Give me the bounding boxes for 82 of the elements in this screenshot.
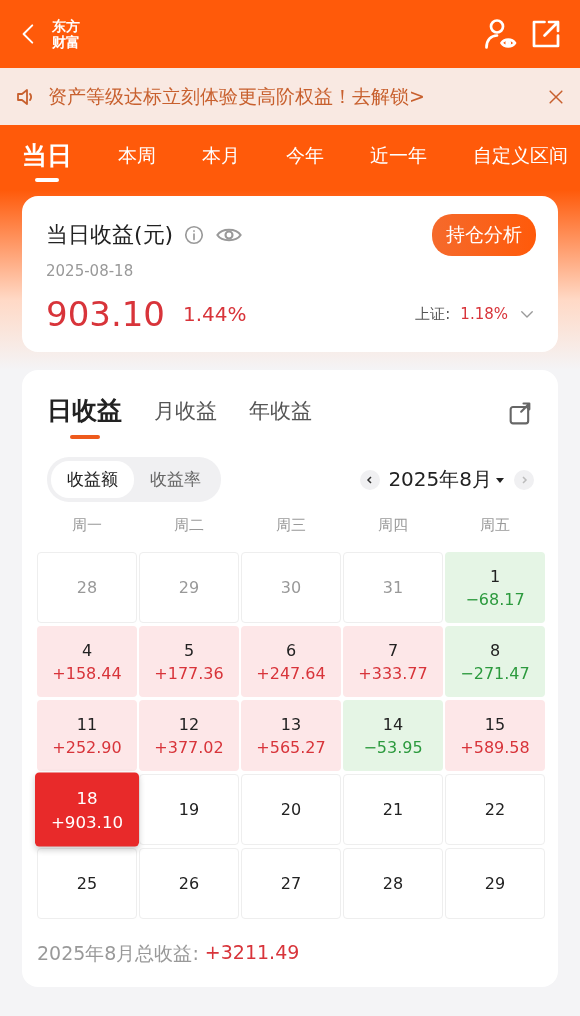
day-profit: −68.17 <box>465 589 525 609</box>
day-number: 29 <box>178 578 200 597</box>
calendar-day[interactable]: 22 <box>445 774 545 845</box>
month-selector[interactable]: 2025年8月 <box>380 466 514 493</box>
index-value: 1.18% <box>460 305 508 323</box>
day-profit: +377.02 <box>154 737 224 757</box>
day-number: 28 <box>382 874 404 893</box>
info-icon[interactable] <box>183 224 206 246</box>
day-number: 27 <box>280 874 302 893</box>
calendar-day[interactable]: 18 +903.10 <box>35 772 139 847</box>
weekday-label: 周四 <box>377 516 409 536</box>
day-number: 13 <box>280 714 302 734</box>
calendar-day[interactable]: 26 <box>139 848 239 919</box>
weekday-label: 周五 <box>479 516 511 536</box>
day-number: 21 <box>382 800 404 819</box>
calendar-day[interactable]: 1 −68.17 <box>445 552 545 623</box>
day-profit: +589.58 <box>460 737 530 757</box>
day-number: 11 <box>76 714 98 734</box>
chevron-right-icon <box>519 474 529 485</box>
calendar-day[interactable]: 14 −53.95 <box>343 700 443 771</box>
index-label: 上证: <box>415 304 451 324</box>
calendar-day[interactable]: 15 +589.58 <box>445 700 545 771</box>
summary-title: 当日收益(元) <box>46 221 174 249</box>
day-number: 31 <box>382 578 404 597</box>
calendar-day[interactable]: 25 <box>37 848 137 919</box>
calendar-day[interactable]: 29 <box>445 848 545 919</box>
weekday-label: 周三 <box>275 516 307 536</box>
day-number: 29 <box>484 874 506 893</box>
day-number: 26 <box>178 874 200 893</box>
calendar-day[interactable]: 8 −271.47 <box>445 626 545 697</box>
day-number: 7 <box>387 640 399 660</box>
calendar-day[interactable]: 28 <box>343 848 443 919</box>
day-number: 8 <box>489 640 501 660</box>
calendar-day[interactable]: 20 <box>241 774 341 845</box>
day-profit: +333.77 <box>358 663 428 683</box>
calendar-day[interactable]: 21 <box>343 774 443 845</box>
user-eye-icon[interactable] <box>482 16 518 52</box>
day-profit: −53.95 <box>363 737 423 757</box>
calendar-day[interactable]: 27 <box>241 848 341 919</box>
day-profit: +158.44 <box>52 663 122 683</box>
day-profit: +247.64 <box>256 663 326 683</box>
day-number: 15 <box>484 714 506 734</box>
calendar-day[interactable]: 19 <box>139 774 239 845</box>
summary-date: 2025-08-18 <box>46 262 135 280</box>
day-number: 19 <box>178 800 200 819</box>
day-profit: +903.10 <box>50 811 124 832</box>
income-tab[interactable]: 日收益 <box>47 388 122 439</box>
income-tab[interactable]: 月收益 <box>154 390 217 437</box>
previous-month-button[interactable] <box>360 469 381 490</box>
day-number: 18 <box>76 787 98 808</box>
calendar-day[interactable]: 12 +377.02 <box>139 700 239 771</box>
total-value: +3211.49 <box>204 941 300 965</box>
total-label: 2025年8月总收益: <box>37 941 199 966</box>
day-profit: −271.47 <box>460 663 530 683</box>
weekday-label: 周二 <box>173 516 205 536</box>
day-number: 6 <box>285 640 297 660</box>
day-number: 30 <box>280 578 302 597</box>
weekday-label: 周一 <box>71 516 103 536</box>
day-number: 12 <box>178 714 200 734</box>
day-profit: +177.36 <box>154 663 224 683</box>
day-number: 28 <box>76 578 98 597</box>
app-logo: 东方 财富 <box>52 18 80 50</box>
day-number: 4 <box>81 640 93 660</box>
calendar-day[interactable]: 4 +158.44 <box>37 626 137 697</box>
calendar-day[interactable]: 13 +565.27 <box>241 700 341 771</box>
calendar-day[interactable]: 6 +247.64 <box>241 626 341 697</box>
profit-amount: 903.10 <box>46 294 165 334</box>
day-number: 22 <box>484 800 506 819</box>
day-number: 20 <box>280 800 302 819</box>
profit-percent: 1.44% <box>182 302 247 326</box>
calendar-day[interactable]: 7 +333.77 <box>343 626 443 697</box>
mode-option[interactable]: 收益额 <box>51 461 134 498</box>
calendar-day[interactable]: 11 +252.90 <box>37 700 137 771</box>
day-number: 5 <box>183 640 195 660</box>
income-tab[interactable]: 年收益 <box>249 390 312 437</box>
day-profit: +252.90 <box>52 737 122 757</box>
day-profit: +565.27 <box>256 737 326 757</box>
day-number: 14 <box>382 714 404 734</box>
calendar-day[interactable]: 5 +177.36 <box>139 626 239 697</box>
day-number: 25 <box>76 874 98 893</box>
mode-option[interactable]: 收益率 <box>134 461 217 498</box>
day-number: 1 <box>489 566 501 586</box>
